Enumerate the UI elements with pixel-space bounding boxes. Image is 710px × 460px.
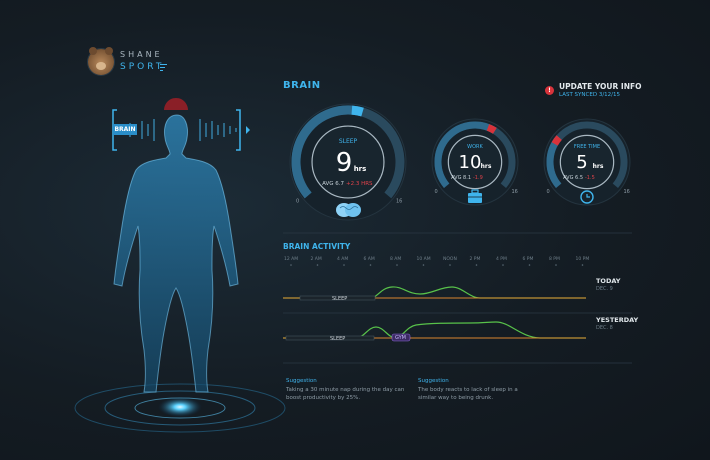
time-tick-mark	[343, 264, 345, 266]
suggestion-text: The body reacts to lack of sleep in a si…	[418, 387, 518, 401]
yesterday-gym-tag: GYM	[395, 335, 406, 341]
time-tick-mark	[449, 264, 451, 266]
time-tick-mark	[528, 264, 531, 266]
time-tick-mark	[422, 264, 425, 266]
time-tick-mark	[581, 264, 584, 266]
yesterday-date: DEC. 8	[596, 325, 613, 331]
time-tick-mark	[555, 264, 557, 266]
tick-marks	[290, 264, 584, 266]
suggestion-text: Taking a 30 minute nap during the day ca…	[286, 387, 405, 401]
time-tick-mark	[502, 264, 504, 266]
yesterday-sleep-tag: SLEEP	[330, 336, 346, 342]
yesterday-label: YESTERDAY	[596, 316, 639, 324]
today-label: TODAY	[596, 277, 621, 285]
yesterday-activity-line	[283, 321, 586, 339]
suggestion-title: Suggestion	[286, 378, 317, 384]
suggestion-title: Suggestion	[418, 378, 449, 384]
time-tick-mark	[369, 264, 372, 266]
time-tick-mark	[316, 264, 319, 266]
time-tick-mark	[290, 264, 292, 266]
time-tick-mark	[475, 264, 478, 266]
today-sleep-tag: SLEEP	[332, 296, 348, 302]
today-date: DEC. 9	[596, 286, 613, 292]
time-tick-mark	[396, 264, 398, 266]
